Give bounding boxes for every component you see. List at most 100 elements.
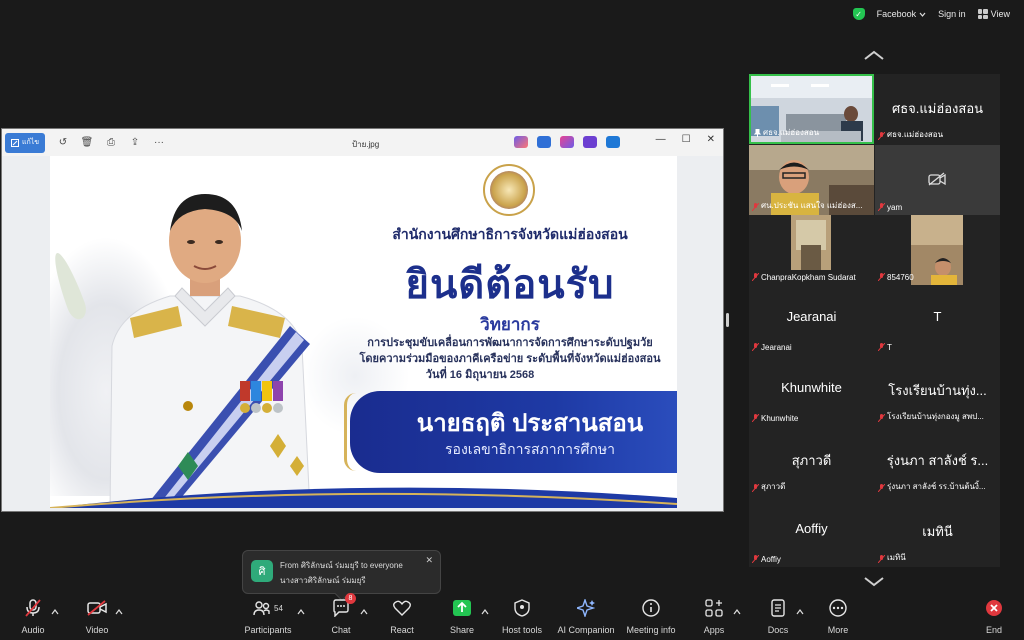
- docs-label: Docs: [767, 625, 789, 635]
- chat-notification[interactable]: ศิ From ศิริลักษณ์ ร่มมยุรี to everyone …: [242, 550, 441, 602]
- chevron-down-icon: [919, 12, 926, 17]
- participants-options-caret-icon[interactable]: [297, 608, 305, 616]
- sender-avatar: ศิ: [251, 560, 273, 582]
- minimize-icon[interactable]: —: [656, 134, 666, 145]
- participant-display-name: โรงเรียนบ้านทุ่ง...: [888, 383, 987, 398]
- ai-companion-label: AI Companion: [557, 625, 615, 635]
- muted-mic-icon: [752, 484, 759, 492]
- meeting-toolbar: Audio Video 54 Participants 8 Chat React…: [0, 593, 1024, 640]
- participant-name: Aoffiy: [761, 555, 781, 564]
- photos-icon[interactable]: [583, 136, 597, 148]
- muted-mic-icon: [752, 273, 759, 281]
- participant-tile[interactable]: 854760: [875, 215, 1000, 285]
- host-tools-button[interactable]: Host tools: [500, 596, 544, 640]
- participant-name: yam: [887, 203, 903, 212]
- participants-label: Participants: [244, 625, 292, 635]
- video-button[interactable]: Video: [82, 596, 112, 640]
- participant-name: ศธจ.แม่ฮ่องสอน: [887, 130, 944, 139]
- view-button[interactable]: View: [977, 9, 1010, 19]
- participant-display-name: Aoffiy: [795, 521, 828, 536]
- maximize-icon[interactable]: ☐: [682, 134, 691, 145]
- image-canvas: สำนักงานศึกษาธิการจังหวัดแม่ฮ่องสอน ยินด…: [2, 156, 723, 511]
- audio-button[interactable]: Audio: [18, 596, 48, 640]
- participant-display-name: T: [933, 309, 942, 324]
- participant-tile[interactable]: โรงเรียนบ้านทุ่ง... โรงเรียนบ้านทุ่งกองม…: [875, 356, 1000, 426]
- info-icon: [642, 599, 660, 617]
- grid-icon: [977, 9, 988, 19]
- copilot-icon[interactable]: [514, 136, 528, 148]
- apps-options-caret-icon[interactable]: [733, 608, 741, 616]
- react-button[interactable]: React: [387, 596, 417, 640]
- end-label: End: [985, 625, 1002, 635]
- onedrive-icon[interactable]: [606, 136, 620, 148]
- share-label: Share: [449, 625, 475, 635]
- poster-welcome: ยินดีต้อนรับ: [405, 263, 615, 307]
- participant-tile[interactable]: รุ่งนภา สาลังช์ ร... รุ่งนภา สาลังช์ รร.…: [875, 426, 1000, 496]
- more-button[interactable]: More: [824, 596, 852, 640]
- speaker-portrait: [109, 194, 311, 508]
- muted-mic-icon: [752, 414, 759, 422]
- chat-button[interactable]: 8 Chat: [328, 593, 356, 640]
- apps-button[interactable]: Apps: [700, 596, 728, 640]
- view-label: View: [990, 9, 1010, 19]
- participant-tile[interactable]: ศน.ประชัน แสนใจ แม่ฮ่องส...: [749, 145, 874, 215]
- participant-tile[interactable]: ChanpraKopkham Sudarat: [749, 215, 874, 285]
- print-icon[interactable]: ⎙: [99, 137, 123, 148]
- participant-tile[interactable]: T T: [875, 285, 1000, 355]
- video-options-caret-icon[interactable]: [115, 608, 123, 616]
- participant-name: สุภาวดี: [761, 482, 786, 491]
- poster-office: สำนักงานศึกษาธิการจังหวัดแม่ฮ่องสอน: [392, 226, 628, 242]
- participant-name: ChanpraKopkham Sudarat: [761, 273, 856, 282]
- participant-display-name: รุ่งนภา สาลังช์ ร...: [886, 453, 989, 468]
- sign-in-link[interactable]: Sign in: [938, 9, 966, 19]
- share-options-caret-icon[interactable]: [481, 608, 489, 616]
- participant-tile[interactable]: Khunwhite Khunwhite: [749, 356, 874, 426]
- more-options-icon[interactable]: ···: [147, 137, 171, 148]
- account-menu[interactable]: Facebook: [877, 9, 927, 19]
- participant-tile[interactable]: สุภาวดี สุภาวดี: [749, 426, 874, 496]
- pin-icon: [754, 129, 761, 137]
- share-icon[interactable]: ⇪: [123, 137, 147, 148]
- scroll-down-chevron-icon[interactable]: [862, 575, 886, 589]
- docs-button[interactable]: Docs: [765, 596, 791, 640]
- scroll-up-chevron-icon[interactable]: [862, 48, 886, 62]
- ministry-logo: [483, 164, 535, 216]
- encryption-shield-icon[interactable]: ✓: [852, 8, 865, 20]
- close-icon[interactable]: ✕: [707, 134, 715, 145]
- chat-message: นางสาวศิริลักษณ์ ร่มมยุรี: [280, 576, 366, 585]
- participant-gallery: ศธจ.แม่ฮ่องสอน ศธจ.แม่ฮ่องสอน ศธจ.แม่ฮ่อ…: [749, 74, 1000, 567]
- clipchamp-icon[interactable]: [537, 136, 551, 148]
- rotate-icon[interactable]: ↺: [51, 137, 75, 148]
- participant-tile[interactable]: yam: [875, 145, 1000, 215]
- participant-tile[interactable]: เมทินี เมทินี: [875, 497, 1000, 567]
- participant-tile[interactable]: Aoffiy Aoffiy: [749, 497, 874, 567]
- muted-mic-icon: [752, 203, 759, 211]
- participant-tile[interactable]: ศธจ.แม่ฮ่องสอน ศธจ.แม่ฮ่องสอน: [875, 74, 1000, 144]
- end-meeting-button[interactable]: End: [982, 596, 1006, 640]
- host-tools-label: Host tools: [501, 625, 543, 635]
- participant-video: [911, 215, 963, 285]
- delete-icon[interactable]: 🗑: [75, 137, 99, 148]
- edit-button[interactable]: แก้ไข: [5, 132, 45, 153]
- share-button[interactable]: Share: [447, 596, 477, 640]
- participant-tile[interactable]: Jearanai Jearanai: [749, 285, 874, 355]
- close-icon[interactable]: ✕: [425, 555, 433, 566]
- participants-button[interactable]: 54 Participants: [243, 596, 293, 640]
- muted-mic-icon: [878, 484, 885, 492]
- participant-count: 54: [274, 603, 283, 613]
- splitter-handle[interactable]: [726, 313, 729, 327]
- participant-tile[interactable]: ศธจ.แม่ฮ่องสอน: [749, 74, 874, 144]
- designer-icon[interactable]: [560, 136, 574, 148]
- docs-options-caret-icon[interactable]: [796, 608, 804, 616]
- shield-icon: [514, 599, 530, 617]
- meeting-info-button[interactable]: Meeting info: [625, 596, 677, 640]
- audio-options-caret-icon[interactable]: [51, 608, 59, 616]
- ai-companion-button[interactable]: AI Companion: [556, 596, 616, 640]
- participant-name: โรงเรียนบ้านทุ่งกองมู สพป...: [887, 412, 984, 421]
- chat-options-caret-icon[interactable]: [360, 608, 368, 616]
- react-label: React: [390, 625, 414, 635]
- app-shortcuts: [514, 136, 620, 148]
- participant-display-name: เมทินี: [922, 524, 953, 539]
- muted-mic-icon: [752, 343, 759, 351]
- poster-title: รองเลขาธิการสภาการศึกษา: [445, 441, 615, 457]
